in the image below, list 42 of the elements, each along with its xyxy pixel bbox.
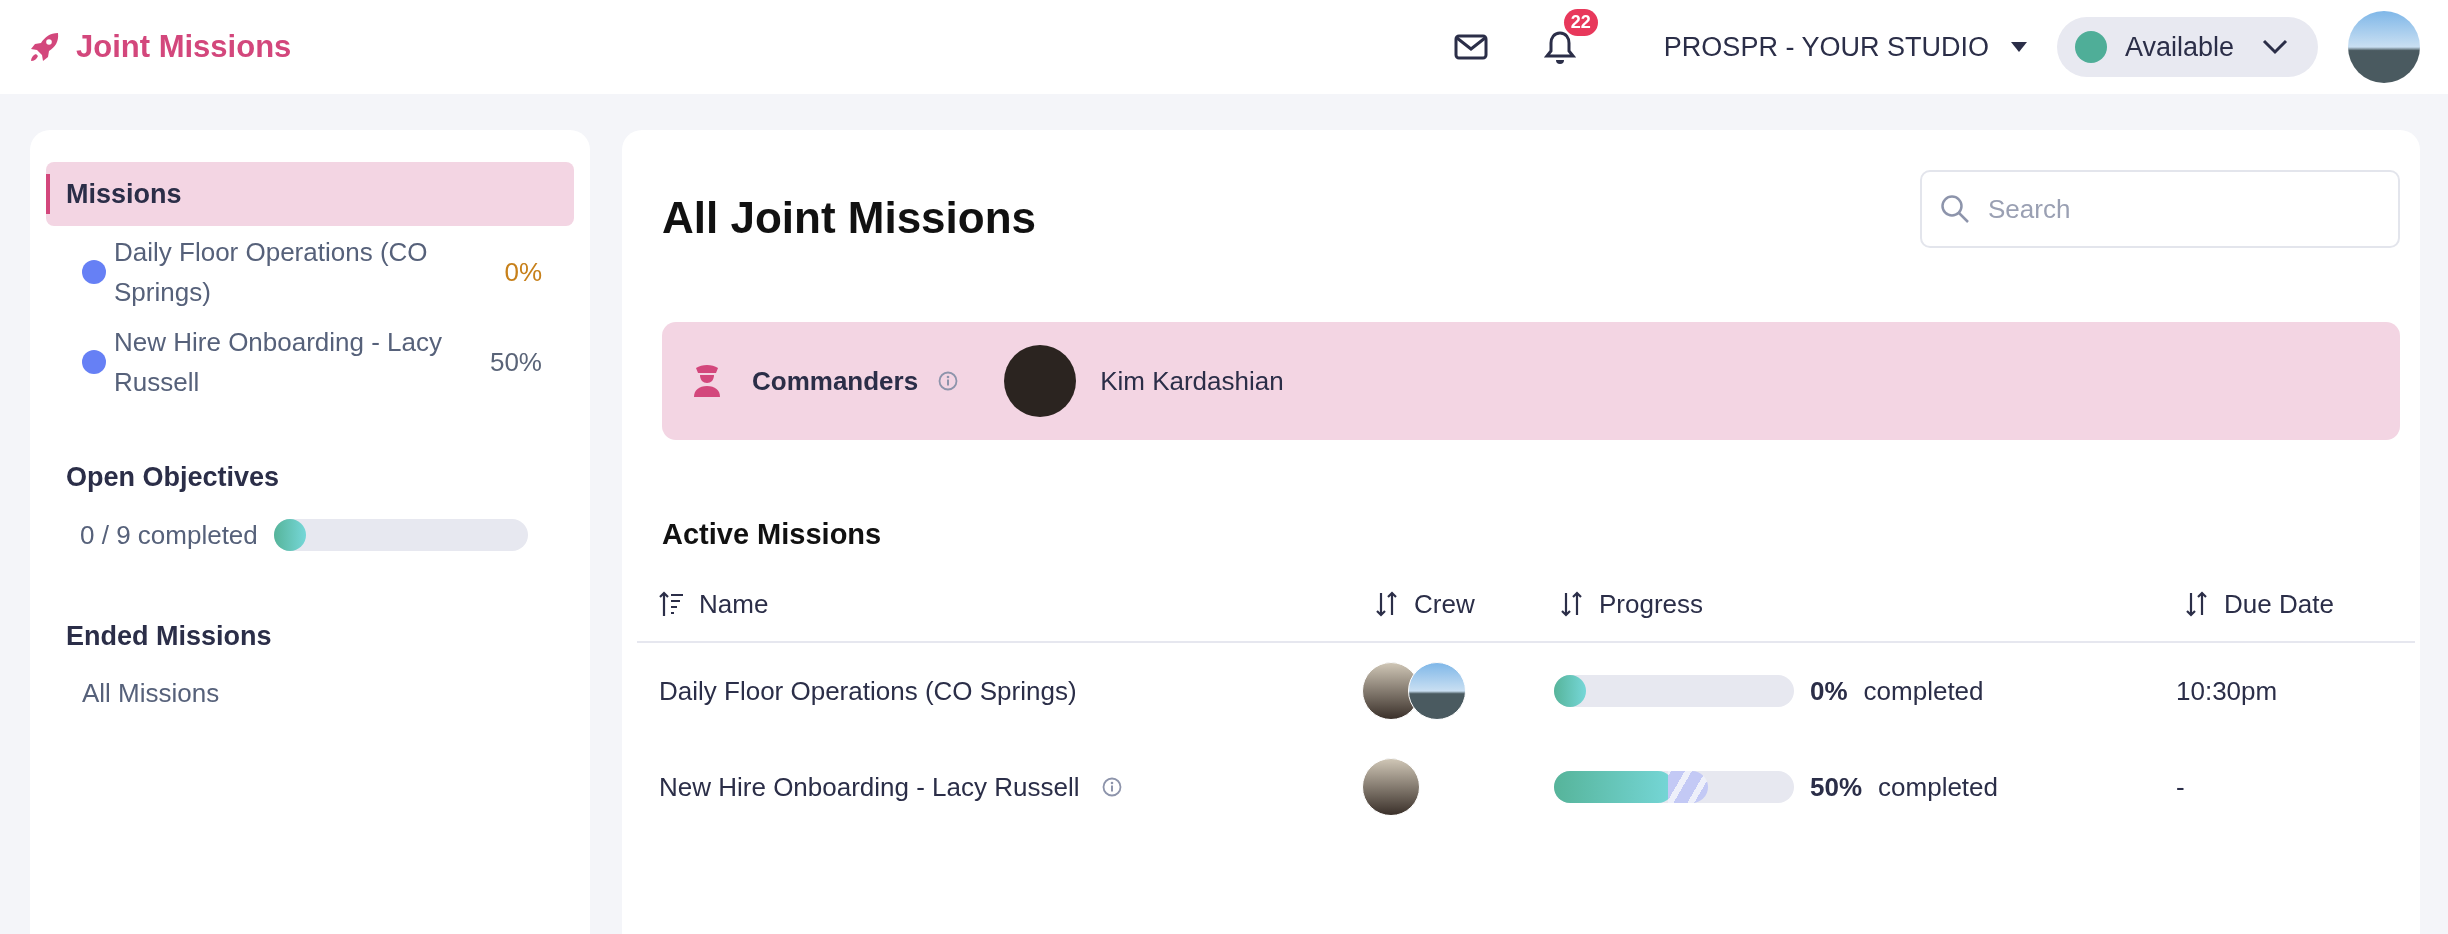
sidebar-item[interactable]: Missions <box>46 162 574 226</box>
chevron-down-icon <box>2262 39 2288 55</box>
app-title: Joint Missions <box>76 29 292 65</box>
mission-percent: 0% <box>504 256 543 288</box>
objectives-reading: 0 / 9 completed <box>80 519 258 551</box>
studio-dropdown[interactable]: PROSPR - YOUR STUDIO <box>1663 31 2027 63</box>
mission-name[interactable]: Daily Floor Operations (CO Springs) <box>659 675 1077 707</box>
search-field[interactable]: Search <box>1920 170 2400 248</box>
mission-link[interactable]: Daily Floor Operations (CO Springs) <box>114 232 484 312</box>
rocket-icon <box>28 31 60 63</box>
page-title: All Joint Missions <box>662 193 1037 243</box>
due-date: - <box>2175 771 2185 802</box>
column-header[interactable]: Crew <box>1352 588 1475 620</box>
mission-dot <box>82 350 106 374</box>
mission-dot <box>82 260 106 284</box>
progress-percent: 0% <box>1810 675 1848 707</box>
notification-badge: 22 <box>1563 9 1598 36</box>
search-icon <box>1940 194 1970 224</box>
due-date: 10:30pm <box>2175 675 2278 706</box>
section-heading: Ended Missions <box>65 621 273 652</box>
column-header[interactable]: Progress <box>1537 588 1704 620</box>
all-missions-link[interactable]: All Missions <box>82 678 220 709</box>
commander-name: Kim Kardashian <box>1100 365 1284 397</box>
section-heading: Active Missions <box>662 518 883 551</box>
column-header[interactable]: Due Date <box>2162 588 2334 620</box>
caret-icon <box>2010 42 2027 52</box>
status-dropdown[interactable]: Available <box>2056 17 2318 77</box>
progress-stripe <box>1668 771 1708 803</box>
column-header[interactable]: Name <box>637 588 769 620</box>
commanders-label: Commanders <box>752 365 919 397</box>
progress-percent: 50% <box>1810 771 1863 803</box>
mail-icon[interactable] <box>1453 33 1488 61</box>
mission-percent: 50% <box>489 346 543 378</box>
info-icon[interactable] <box>1101 777 1122 797</box>
progress-label: completed <box>1878 771 1998 803</box>
pilot-icon <box>692 363 722 399</box>
mission-name[interactable]: New Hire Onboarding - Lacy Russell <box>659 771 1080 803</box>
bell-icon[interactable] <box>1543 29 1576 65</box>
progress-label: completed <box>1863 675 1984 707</box>
sort-icon <box>659 590 685 618</box>
section-heading: Open Objectives <box>65 462 281 493</box>
mission-link[interactable]: New Hire Onboarding - Lacy Russell <box>114 322 482 402</box>
